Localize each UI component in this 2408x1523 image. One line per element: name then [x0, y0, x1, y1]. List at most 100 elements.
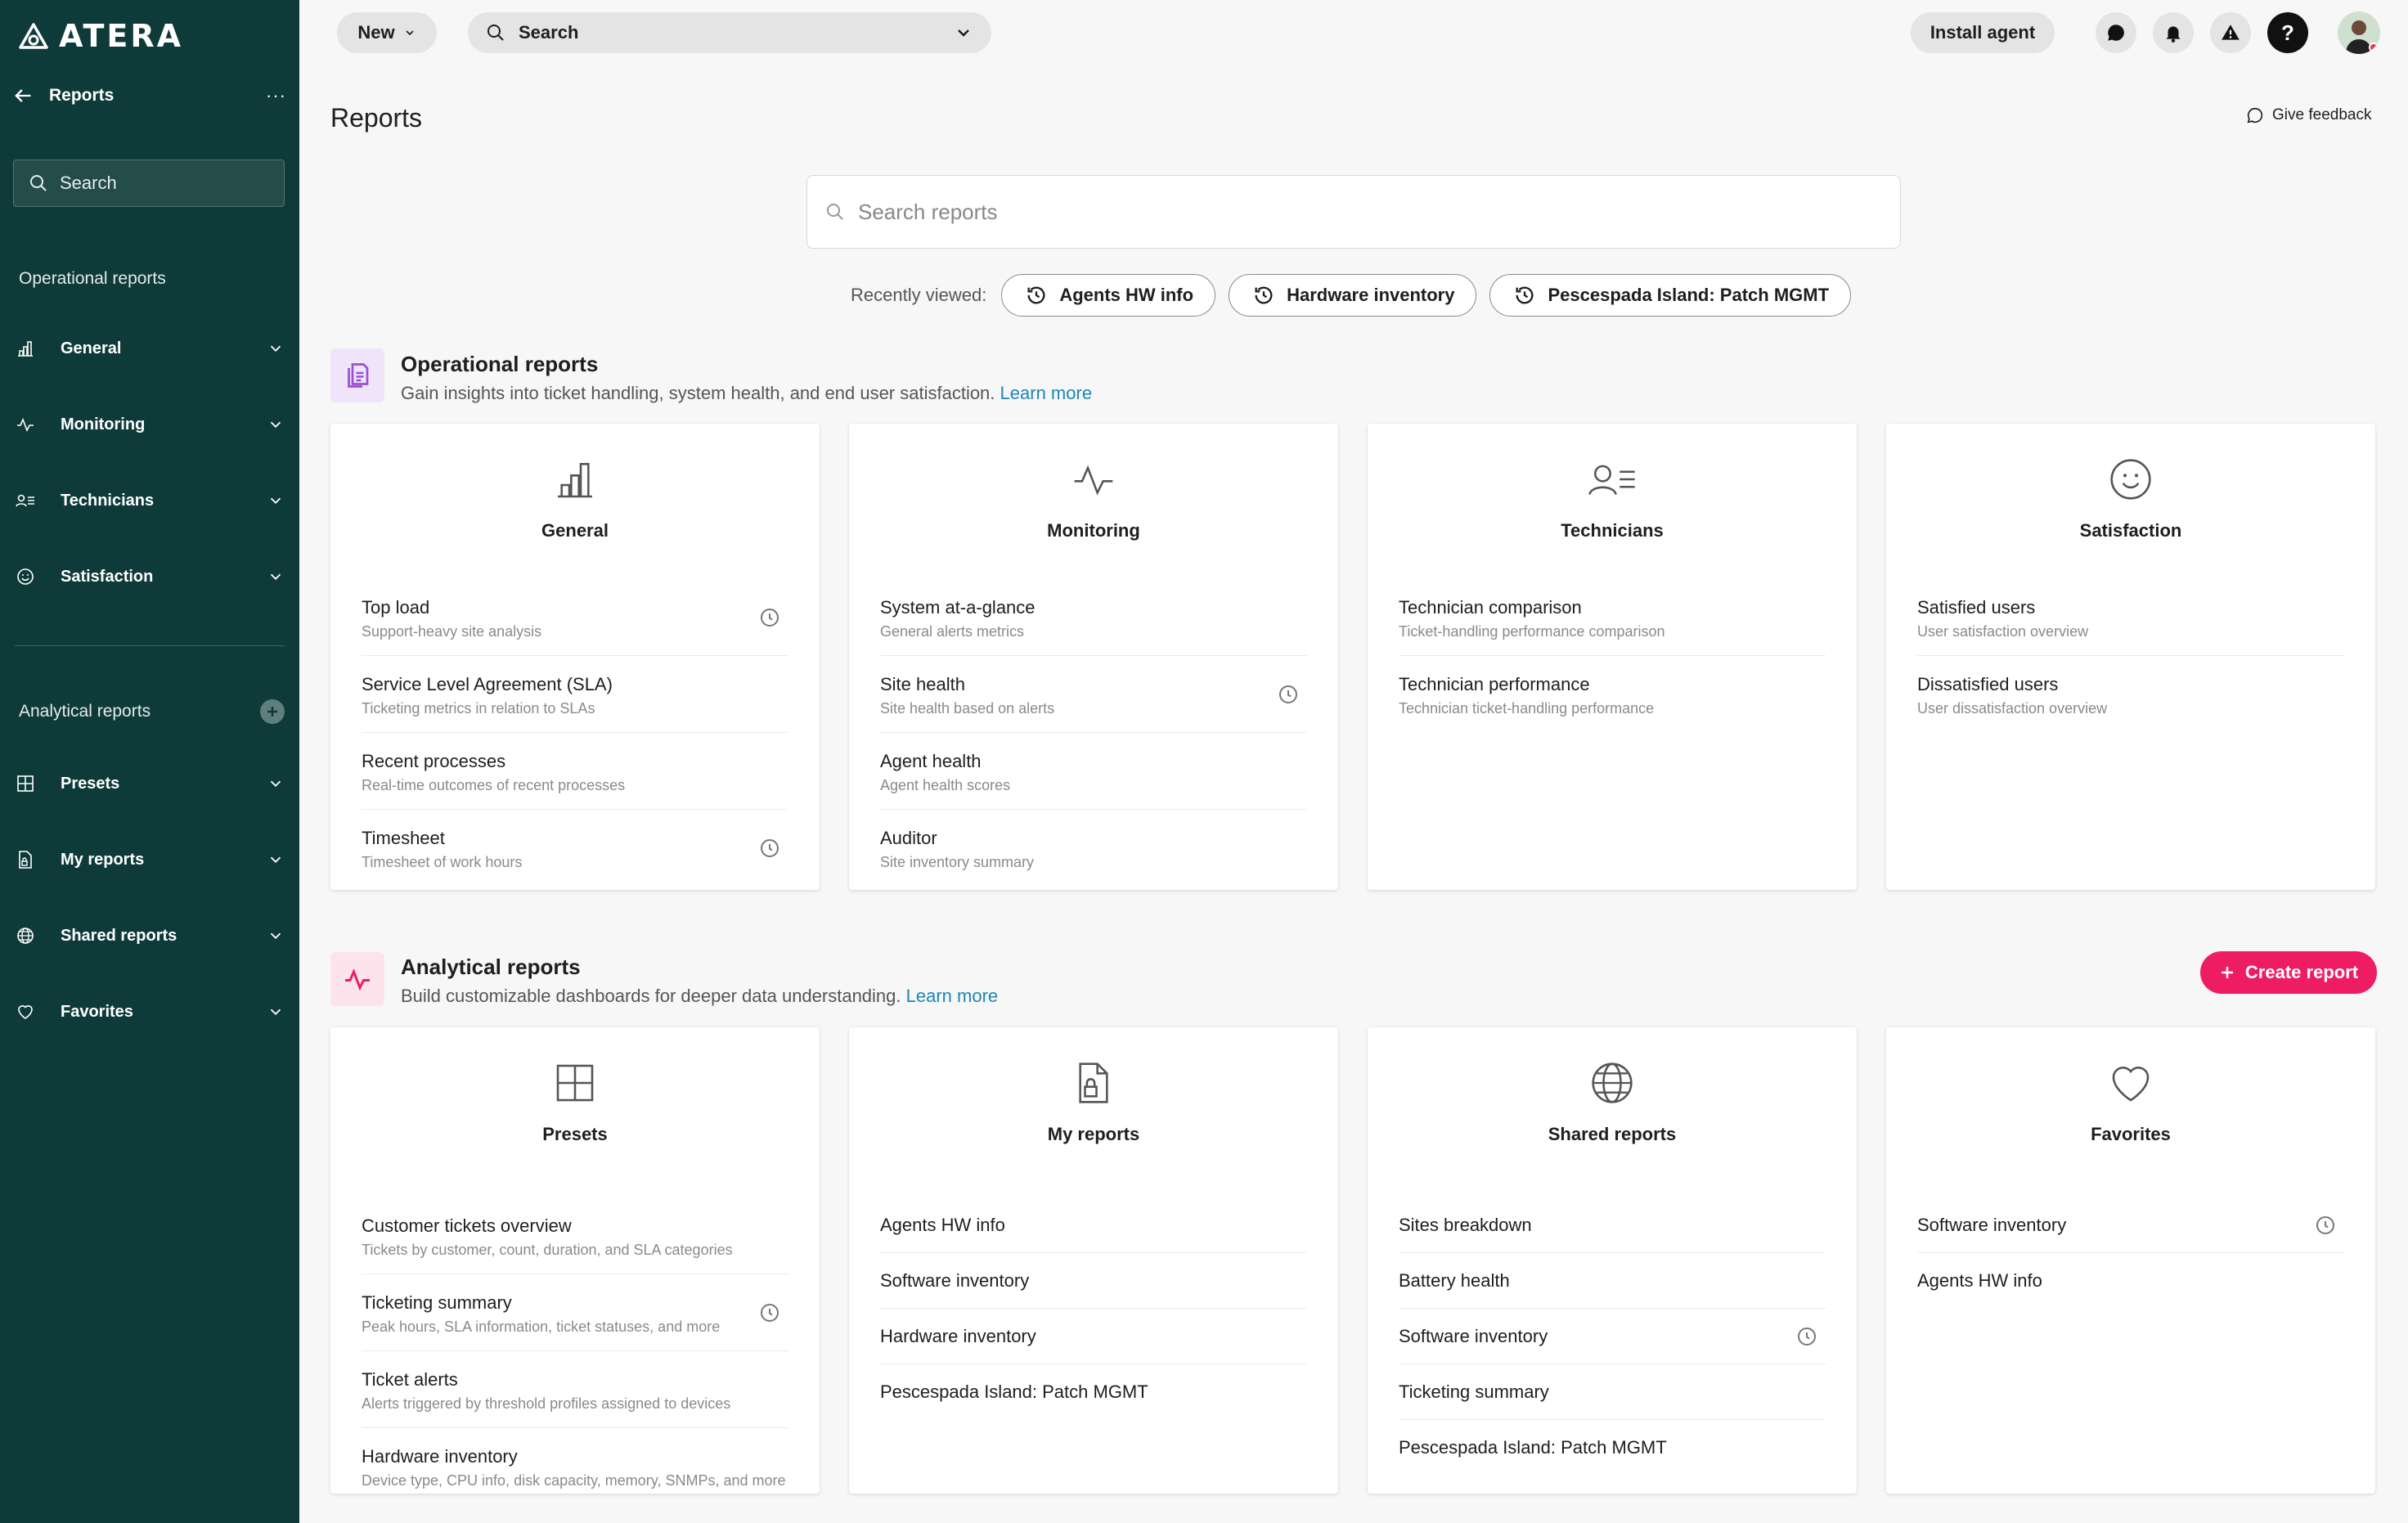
sidebar-item-favorites[interactable]: Favorites: [15, 992, 285, 1031]
report-item[interactable]: Timesheet Timesheet of work hours: [362, 810, 788, 886]
chevron-down-icon: [406, 30, 414, 36]
avatar[interactable]: [2338, 11, 2380, 54]
smiley-icon: [15, 566, 36, 587]
recent-chip[interactable]: Hardware inventory: [1229, 274, 1477, 317]
report-item-subtitle: Peak hours, SLA information, ticket stat…: [362, 1319, 721, 1335]
alert-icon[interactable]: [2210, 12, 2251, 53]
operational-section-title: Operational reports: [401, 352, 599, 376]
report-item-subtitle: Alerts triggered by threshold profiles a…: [362, 1395, 731, 1412]
report-item[interactable]: Hardware inventory Device type, CPU info,…: [362, 1428, 788, 1494]
new-button-label: New: [357, 22, 395, 43]
report-item[interactable]: Agents HW info: [1917, 1253, 2344, 1308]
sidebar-item-my-reports[interactable]: My reports: [15, 840, 285, 879]
sidebar-item-label: Presets: [61, 774, 120, 793]
give-feedback-link[interactable]: Give feedback: [2246, 106, 2371, 124]
report-item[interactable]: Sites breakdown: [1399, 1197, 1826, 1253]
back-arrow-icon[interactable]: [11, 84, 34, 107]
create-report-label: Create report: [2244, 962, 2359, 982]
report-item[interactable]: Satisfied users User satisfaction overvie…: [1917, 579, 2344, 656]
add-report-icon[interactable]: [260, 699, 285, 724]
sidebar-item-satisfaction[interactable]: Satisfaction: [15, 557, 285, 596]
report-item-subtitle: Agent health scores: [880, 777, 1011, 793]
learn-more-link[interactable]: Learn more: [1000, 383, 1093, 403]
help-icon[interactable]: ?: [2267, 12, 2308, 53]
atera-logo[interactable]: ATERA: [18, 18, 183, 54]
report-item[interactable]: Ticketing summary: [1399, 1364, 1826, 1420]
report-item-title: Service Level Agreement (SLA): [362, 674, 613, 694]
give-feedback-label: Give feedback: [2272, 106, 2372, 124]
clock-icon: [1279, 685, 1297, 703]
report-item-title: Ticket alerts: [362, 1369, 458, 1390]
report-item[interactable]: Ticketing summary Peak hours, SLA informa…: [362, 1274, 788, 1351]
install-agent-button[interactable]: Install agent: [1911, 12, 2055, 53]
recent-chip[interactable]: Agents HW info: [1001, 274, 1216, 317]
report-item[interactable]: Pescespada Island: Patch MGMT: [880, 1364, 1307, 1419]
report-item[interactable]: Battery health: [1399, 1253, 1826, 1309]
report-item[interactable]: Agent health Agent health scores: [880, 733, 1307, 810]
report-item[interactable]: Technician comparison Ticket-handling per…: [1399, 579, 1826, 656]
chevron-down-icon: [270, 573, 281, 581]
sidebar-item-technicians[interactable]: Technicians: [15, 481, 285, 520]
report-item[interactable]: Top load Support-heavy site analysis: [362, 579, 788, 656]
report-item[interactable]: Technician performance Technician ticket-…: [1399, 656, 1826, 732]
chat-icon[interactable]: [2096, 12, 2136, 53]
report-list: Software inventory Agents HW info: [1917, 1197, 2344, 1308]
new-button[interactable]: New: [337, 12, 437, 53]
analytical-section-icon: [330, 952, 384, 1006]
more-options-icon[interactable]: ···: [266, 85, 290, 106]
report-item-title: Satisfied users: [1917, 597, 2036, 618]
report-item-subtitle: Technician ticket-handling performance: [1399, 700, 1655, 717]
create-report-button[interactable]: Create report: [2200, 951, 2377, 994]
learn-more-link[interactable]: Learn more: [906, 986, 999, 1006]
recently-viewed-label: Recently viewed:: [851, 285, 987, 305]
report-list: Satisfied users User satisfaction overvie…: [1917, 579, 2344, 732]
sidebar-divider: [15, 645, 285, 646]
chevron-down-icon[interactable]: [954, 23, 973, 43]
report-item-title: Hardware inventory: [362, 1446, 518, 1467]
report-item[interactable]: Auditor Site inventory summary: [880, 810, 1307, 886]
report-item-title: Customer tickets overview: [362, 1215, 572, 1236]
sidebar-item-general[interactable]: General: [15, 329, 285, 368]
smiley-icon: [1886, 456, 2375, 505]
history-icon: [1255, 286, 1273, 304]
report-item-subtitle: Ticket-handling performance comparison: [1399, 623, 1665, 640]
report-item[interactable]: Dissatisfied users User dissatisfaction o…: [1917, 656, 2344, 732]
report-item-subtitle: User dissatisfaction overview: [1917, 700, 2108, 717]
report-item[interactable]: Site health Site health based on alerts: [880, 656, 1307, 733]
report-item[interactable]: Software inventory: [1917, 1197, 2344, 1253]
report-item[interactable]: Hardware inventory: [880, 1309, 1307, 1364]
report-item[interactable]: Software inventory: [1399, 1309, 1826, 1364]
sidebar-item-monitoring[interactable]: Monitoring: [15, 405, 285, 444]
atera-logo-icon: [19, 23, 48, 49]
report-list: System at-a-glance General alerts metrics…: [880, 579, 1307, 886]
report-item[interactable]: Pescespada Island: Patch MGMT: [1399, 1420, 1826, 1475]
sidebar-operational-heading: Operational reports: [19, 269, 166, 288]
sidebar-item-label: My reports: [61, 850, 145, 869]
report-list: Technician comparison Ticket-handling per…: [1399, 579, 1826, 732]
clock-icon: [1798, 1327, 1816, 1346]
sidebar-item-presets[interactable]: Presets: [15, 764, 285, 803]
card-title: Monitoring: [1047, 520, 1140, 541]
recent-chip[interactable]: Pescespada Island: Patch MGMT: [1489, 274, 1852, 317]
file-lock-icon: [849, 1060, 1338, 1109]
bell-icon[interactable]: [2153, 12, 2194, 53]
report-item[interactable]: Agents HW info: [880, 1197, 1307, 1253]
chevron-down-icon: [270, 856, 281, 864]
report-item[interactable]: System at-a-glance General alerts metrics: [880, 579, 1307, 656]
report-item[interactable]: Software inventory: [880, 1253, 1307, 1309]
operational-section-desc: Gain insights into ticket handling, syst…: [401, 383, 1092, 404]
report-item[interactable]: Service Level Agreement (SLA) Ticketing m…: [362, 656, 788, 733]
report-item[interactable]: Customer tickets overview Tickets by cust…: [362, 1197, 788, 1274]
report-item[interactable]: Ticket alerts Alerts triggered by thresho…: [362, 1351, 788, 1428]
sidebar-search-input[interactable]: Search: [13, 159, 285, 207]
report-item-subtitle: Timesheet of work hours: [362, 854, 523, 870]
report-item[interactable]: Recent processes Real-time outcomes of re…: [362, 733, 788, 810]
card-title: Favorites: [2091, 1124, 2171, 1144]
report-item-title: Technician performance: [1399, 674, 1590, 694]
chevron-down-icon: [270, 932, 281, 940]
sidebar-item-shared-reports[interactable]: Shared reports: [15, 916, 285, 955]
search-reports-input[interactable]: Search reports: [806, 175, 1901, 249]
status-dot: [2369, 43, 2379, 52]
report-item-title: Software inventory: [1399, 1326, 1548, 1346]
global-search-input[interactable]: Search: [468, 12, 991, 53]
